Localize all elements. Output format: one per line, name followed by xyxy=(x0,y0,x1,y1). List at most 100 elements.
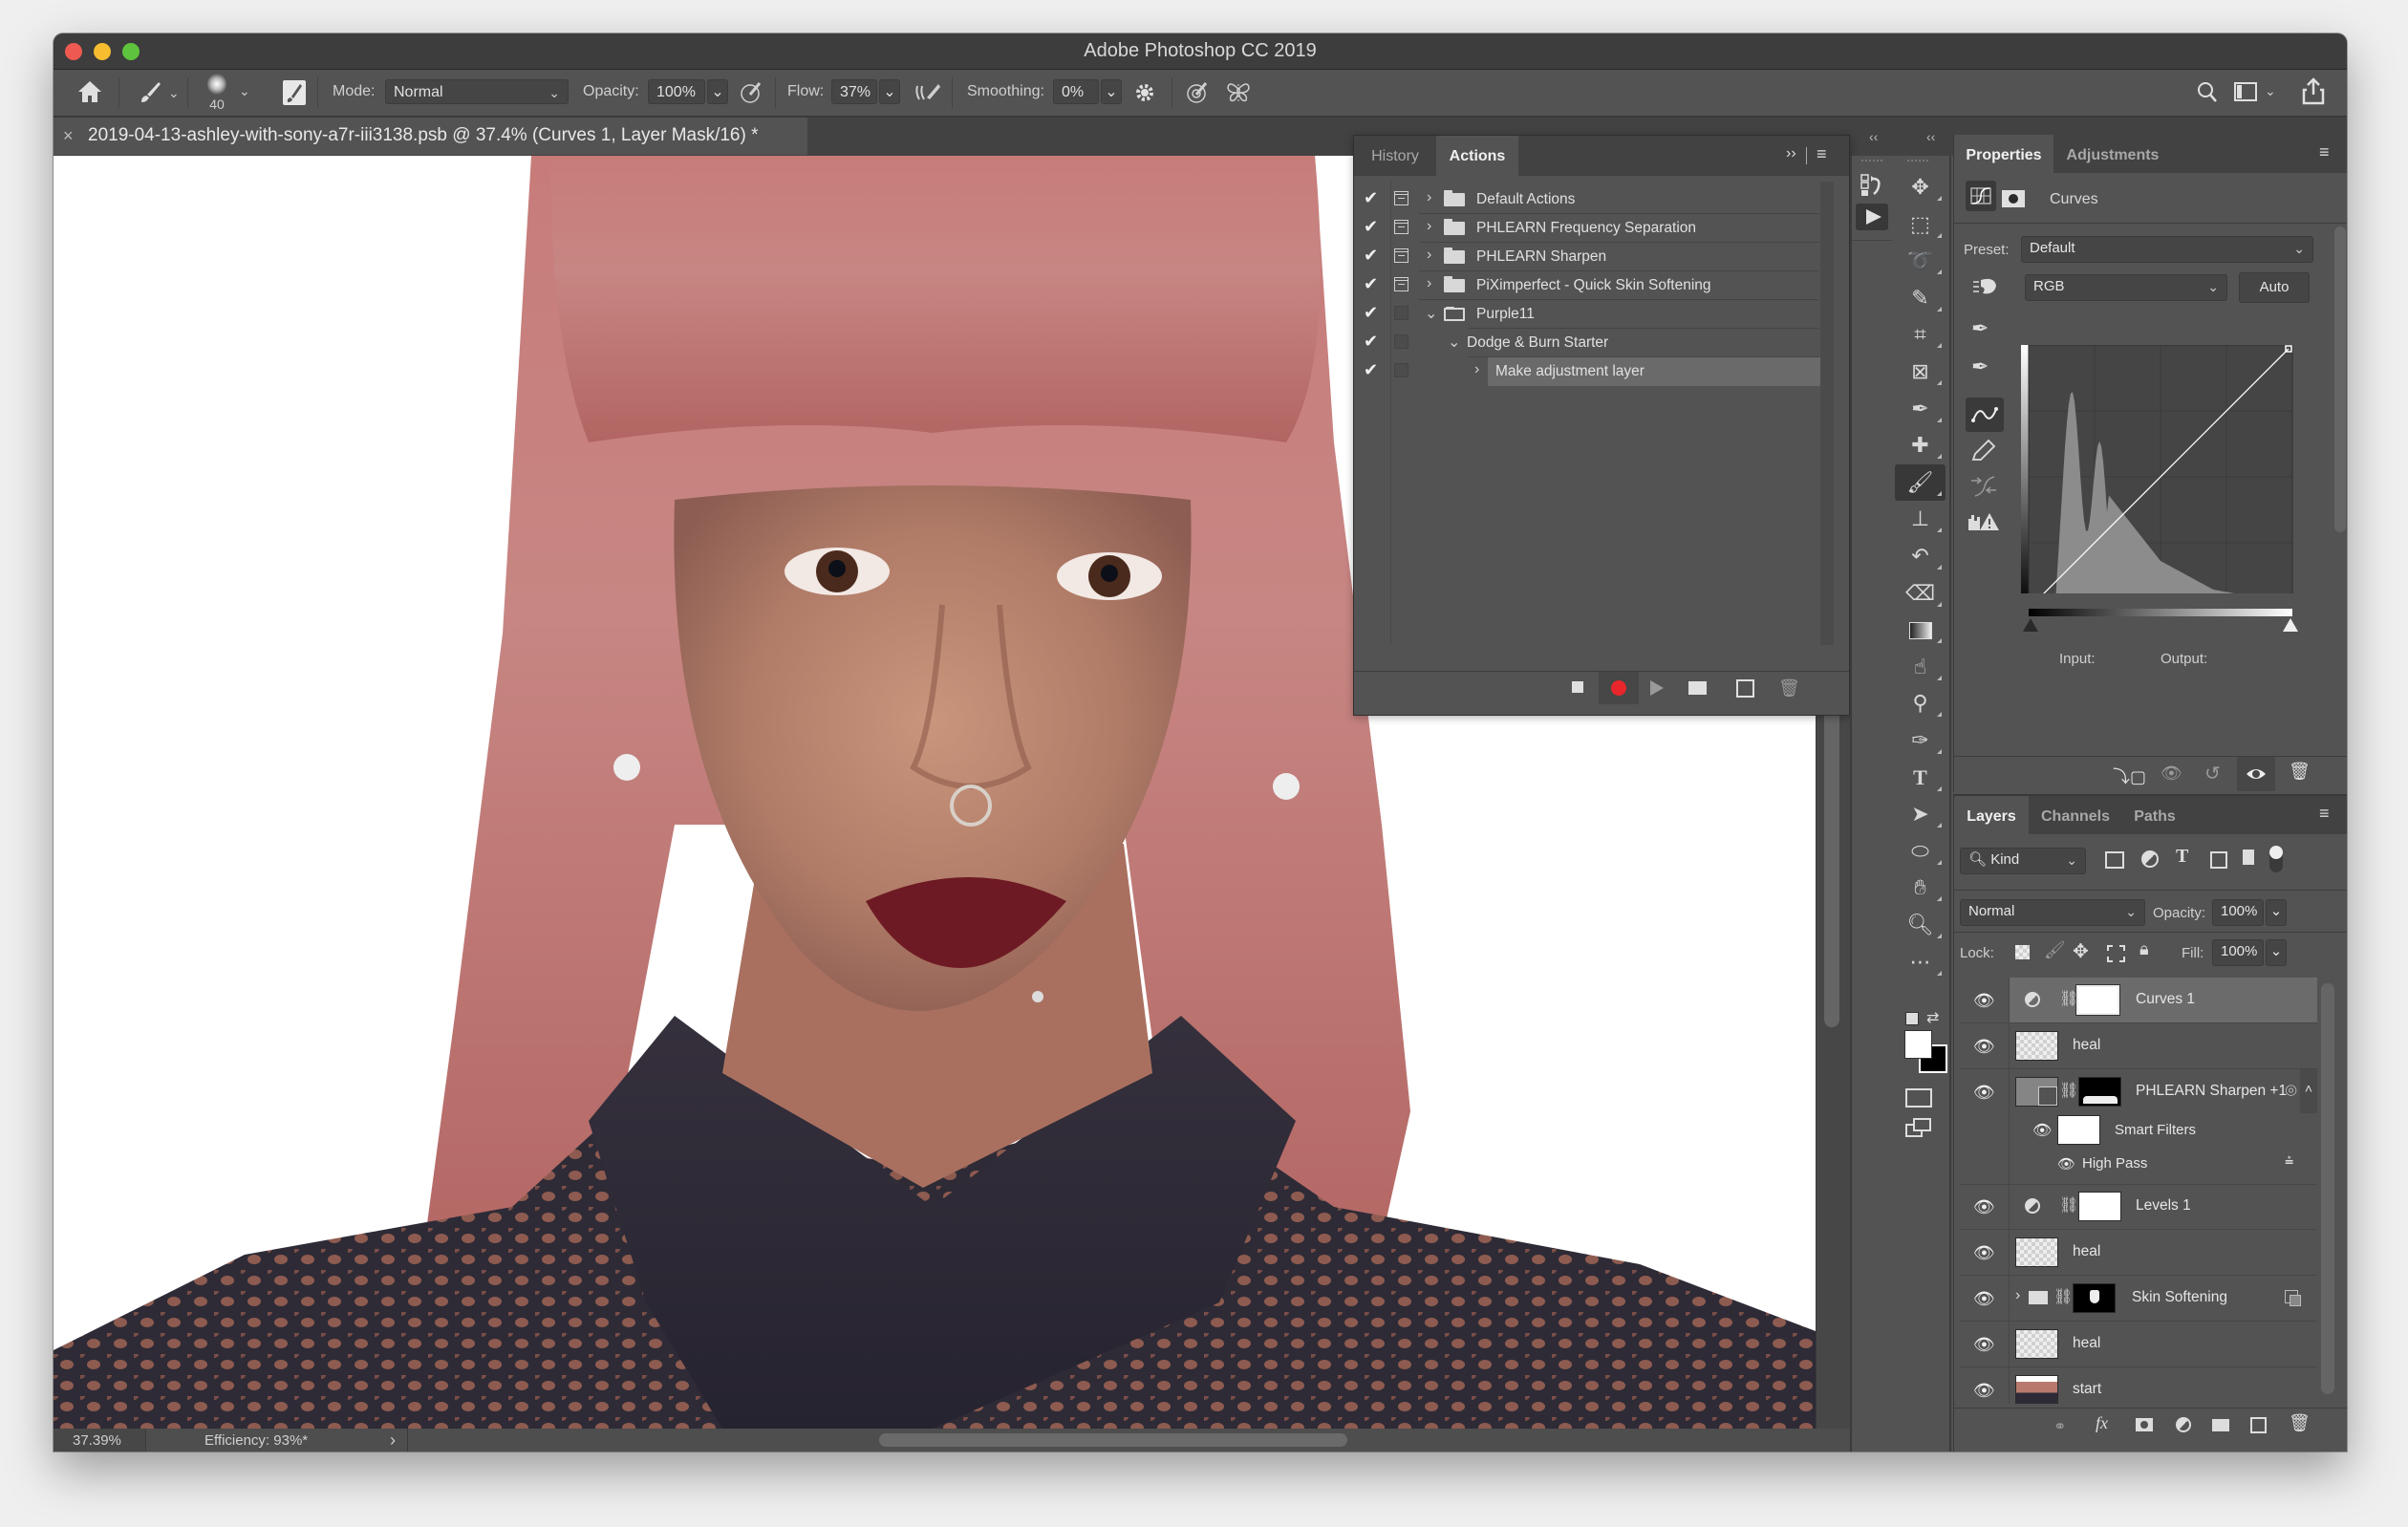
panel-menu-icon[interactable]: ≡ xyxy=(2319,142,2330,162)
panel-menu-icon[interactable]: ≡ xyxy=(1817,144,1827,164)
action-command-make-adjustment-layer[interactable]: ✔ › Make adjustment layer xyxy=(1354,357,1839,386)
zoom-level-field[interactable]: 37.39% xyxy=(54,1429,146,1452)
filter-toggle[interactable] xyxy=(2269,846,2283,872)
record-button[interactable] xyxy=(1599,672,1639,704)
action-dodge-burn-starter[interactable]: ✔ ⌄ Dodge & Burn Starter xyxy=(1354,329,1839,357)
opacity-input[interactable]: 100% xyxy=(648,79,705,104)
chevron-right-icon[interactable]: › xyxy=(1427,218,1431,235)
tab-paths[interactable]: Paths xyxy=(2122,796,2187,834)
check-icon[interactable]: ✔ xyxy=(1364,360,1378,380)
visibility-eye-icon[interactable]: 👁︎ xyxy=(1973,991,1995,1011)
check-icon[interactable]: ✔ xyxy=(1364,188,1378,208)
new-set-button[interactable] xyxy=(1688,681,1707,695)
layers-scrollbar[interactable] xyxy=(2321,983,2334,1394)
channel-select[interactable]: RGB ⌄ xyxy=(2025,274,2227,301)
draw-curve-button[interactable] xyxy=(1969,439,1998,468)
type-tool[interactable]: T xyxy=(1895,760,1946,796)
smoothing-dropdown[interactable]: ⌄ xyxy=(1101,79,1122,104)
visibility-eye-icon[interactable]: 👁︎ xyxy=(1973,1289,1995,1309)
visibility-eye-icon[interactable]: 👁︎ xyxy=(1973,1083,1995,1103)
ellipse-tool[interactable]: ⬭ xyxy=(1895,833,1946,870)
filter-shape-button[interactable] xyxy=(2210,851,2227,869)
filter-adjustment-button[interactable] xyxy=(2141,850,2159,868)
dialog-toggle-icon[interactable] xyxy=(1394,306,1408,320)
layer-phlearn-sharpen[interactable]: 👁︎ ⛓ PHLEARN Sharpen +1 ◎ ˄ 👁︎ Smart Fil… xyxy=(1960,1069,2317,1185)
gray-point-eyedropper[interactable]: ✒ xyxy=(1971,355,1989,379)
layer-mask-thumbnail[interactable] xyxy=(2075,984,2120,1016)
lock-transparent-button[interactable] xyxy=(2015,945,2030,959)
check-icon[interactable]: ✔ xyxy=(1364,303,1378,323)
link-icon[interactable]: ⛓ xyxy=(2053,1287,2073,1306)
chevron-down-icon[interactable]: ⌄ xyxy=(1448,333,1460,352)
pressure-size-button[interactable] xyxy=(1185,80,1210,110)
new-action-button[interactable] xyxy=(1736,679,1754,698)
smart-filter-options-icon[interactable]: ◎ xyxy=(2285,1081,2297,1098)
frame-tool[interactable]: ⊠ xyxy=(1895,354,1946,390)
quick-mask-button[interactable] xyxy=(1905,1088,1932,1108)
status-menu-arrow[interactable]: › xyxy=(390,1430,396,1451)
clip-to-layer-button[interactable]: ⤵▢ xyxy=(2113,764,2146,788)
edit-points-button[interactable] xyxy=(1966,398,2004,432)
filter-pixel-button[interactable] xyxy=(2105,851,2124,869)
check-icon[interactable]: ✔ xyxy=(1364,274,1378,294)
quick-select-tool[interactable]: ✎ xyxy=(1895,280,1946,316)
black-point-eyedropper[interactable]: ✒ xyxy=(1971,316,1989,341)
smart-filters-eye-icon[interactable]: 👁︎ xyxy=(2032,1121,2052,1140)
healing-tool[interactable]: ✚ xyxy=(1895,427,1946,463)
curves-graph[interactable] xyxy=(2021,345,2308,593)
collapse-panel-icon[interactable]: ›› xyxy=(1786,145,1796,162)
home-button[interactable] xyxy=(76,79,103,109)
dialog-toggle-icon[interactable] xyxy=(1394,334,1408,349)
more-tools[interactable]: ⋯ xyxy=(1895,944,1946,980)
lock-position-button[interactable]: ✥ xyxy=(2073,939,2089,963)
smooth-curve-button[interactable] xyxy=(1969,475,1998,503)
action-set-piximperfect-skin-softening[interactable]: ✔ › PiXimperfect - Quick Skin Softening xyxy=(1354,271,1839,300)
layer-opacity-dropdown[interactable]: ⌄ xyxy=(2266,899,2287,926)
dodge-tool[interactable]: ⚲ xyxy=(1895,685,1946,721)
layer-heal[interactable]: 👁︎ heal xyxy=(1960,1023,2317,1069)
white-input-slider[interactable] xyxy=(2283,618,2298,632)
dialog-toggle-icon[interactable] xyxy=(1394,248,1408,263)
collapse-effects-button[interactable]: ˄ xyxy=(2300,1069,2317,1113)
gradient-tool[interactable] xyxy=(1895,612,1946,648)
check-icon[interactable]: ✔ xyxy=(1364,217,1378,237)
dialog-toggle-icon[interactable] xyxy=(1394,220,1408,234)
crop-tool[interactable]: ⌗ xyxy=(1895,316,1946,353)
chevron-right-icon[interactable]: › xyxy=(1427,247,1431,264)
marquee-tool[interactable]: ⬚ xyxy=(1895,206,1946,243)
dialog-toggle-icon[interactable] xyxy=(1394,363,1408,377)
black-input-slider[interactable] xyxy=(2023,618,2038,632)
auto-button[interactable]: Auto xyxy=(2239,272,2310,303)
symmetry-button[interactable] xyxy=(1225,80,1252,110)
layer-mask-icon[interactable] xyxy=(2002,190,2025,207)
link-icon[interactable]: ⛓ xyxy=(2059,1081,2078,1100)
new-group-button[interactable] xyxy=(2212,1419,2229,1431)
collapse-panels-icon[interactable]: ‹‹ xyxy=(1869,129,1878,144)
new-adjustment-layer-button[interactable] xyxy=(2176,1417,2191,1432)
screen-mode-button[interactable] xyxy=(1905,1117,1932,1143)
chevron-right-icon[interactable]: › xyxy=(1427,275,1431,292)
opacity-dropdown[interactable]: ⌄ xyxy=(707,79,728,104)
history-panel-button[interactable] xyxy=(1860,173,1884,203)
flow-input[interactable]: 37% xyxy=(831,79,877,104)
swap-colors-icon[interactable]: ⇄ xyxy=(1926,1008,1939,1027)
check-icon[interactable]: ✔ xyxy=(1364,332,1378,352)
add-layer-style-button[interactable]: fx xyxy=(2096,1413,2108,1433)
tab-properties[interactable]: Properties xyxy=(1954,135,2053,173)
fill-dropdown[interactable]: ⌄ xyxy=(2266,939,2287,966)
visibility-eye-icon[interactable]: 👁︎ xyxy=(1973,1037,1995,1057)
document-tab[interactable]: × 2019-04-13-ashley-with-sony-a7r-iii313… xyxy=(54,118,807,155)
grip[interactable] xyxy=(1861,160,1882,164)
layer-levels-1[interactable]: 👁︎ ⛓ Levels 1 xyxy=(1960,1184,2317,1230)
mode-select[interactable]: Normal ⌄ xyxy=(385,79,569,104)
smart-filter-mask-thumbnail[interactable] xyxy=(2057,1115,2100,1145)
tab-adjustments[interactable]: Adjustments xyxy=(2053,135,2172,173)
delete-layer-button[interactable]: 🗑 xyxy=(2289,1413,2311,1433)
stop-button[interactable] xyxy=(1572,681,1583,693)
search-button[interactable] xyxy=(2196,80,2219,110)
close-tab-icon[interactable]: × xyxy=(63,118,74,154)
pen-tool[interactable]: ✑ xyxy=(1895,722,1946,759)
filter-blending-options-icon[interactable]: ⩮ xyxy=(2285,1153,2293,1171)
collapse-toolbar-icon[interactable]: ‹‹ xyxy=(1926,129,1935,144)
lock-all-button[interactable]: 🔒︎ xyxy=(2139,939,2149,959)
